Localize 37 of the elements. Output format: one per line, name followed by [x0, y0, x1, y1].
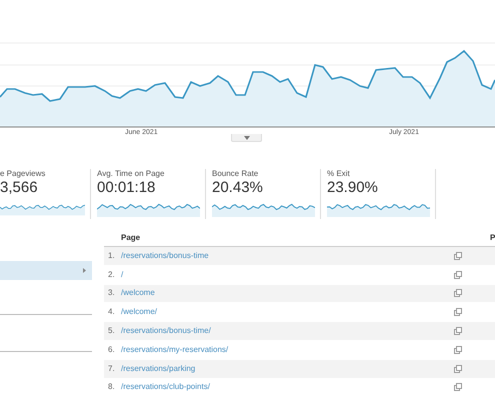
row-number: 6. [107, 344, 116, 356]
copy-icon[interactable] [454, 364, 462, 373]
page-link[interactable]: /welcome [121, 287, 155, 300]
column-header: Page [120, 232, 142, 244]
row-number: 5. [107, 325, 116, 338]
copy-icon[interactable] [454, 289, 462, 298]
column-header: P [490, 232, 495, 244]
copy-icon[interactable] [454, 270, 462, 279]
metric-label: Avg. Time on Page [97, 169, 166, 179]
page-link[interactable]: /reservations/bonus-time/ [121, 325, 211, 338]
page-link[interactable]: /welcome/ [121, 306, 158, 318]
metric-value: 23.90% [327, 179, 379, 197]
copy-icon[interactable] [454, 346, 462, 354]
metric-value: 00:01:18 [97, 179, 156, 197]
page-link[interactable]: /reservations/my-reservations/ [121, 344, 228, 356]
page-link[interactable]: / [121, 268, 124, 281]
copy-icon[interactable] [454, 308, 462, 316]
metric-value: 20.43% [212, 179, 264, 197]
caret-icon [244, 136, 250, 140]
collapse-button[interactable] [231, 134, 262, 142]
row-number: 7. [107, 362, 116, 375]
copy-icon[interactable] [454, 252, 462, 260]
metric-label: Bounce Rate [212, 169, 260, 179]
row-number: 2. [107, 268, 116, 281]
row-number: 4. [107, 306, 116, 318]
metric-value: 3,566 [0, 179, 39, 197]
page-link[interactable]: /reservations/parking [121, 362, 196, 375]
caret-icon [83, 268, 86, 273]
row-number: 3. [107, 287, 116, 300]
metric-label: % Exit [327, 169, 351, 179]
copy-icon[interactable] [454, 383, 462, 392]
page-link[interactable]: /reservations/bonus-time [121, 250, 209, 262]
copy-icon[interactable] [454, 327, 462, 336]
row-number: 1. [107, 250, 116, 262]
page-link[interactable]: /reservations/club-points/ [121, 381, 210, 394]
row-number: 8. [107, 381, 116, 394]
metric-label: e Pageviews [0, 169, 46, 179]
